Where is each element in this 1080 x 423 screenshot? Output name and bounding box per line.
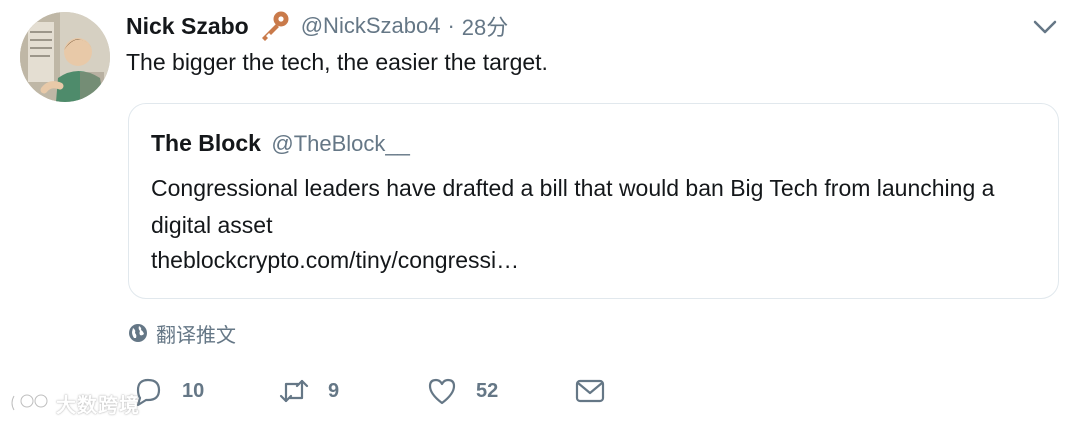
watermark-logo xyxy=(10,393,49,412)
quoted-author-name: The Block xyxy=(151,130,261,156)
author-name[interactable]: Nick Szabo xyxy=(126,13,249,40)
heart-icon xyxy=(428,378,456,405)
quoted-tweet-link[interactable]: theblockcrypto.com/tiny/congressi… xyxy=(151,242,519,279)
reply-count: 10 xyxy=(182,379,205,402)
key-icon xyxy=(257,10,291,42)
quoted-tweet-card[interactable]: The Block @TheBlock__ Congressional lead… xyxy=(128,103,1059,299)
retweet-button[interactable]: 9 xyxy=(278,370,339,412)
tweet-actions: 10 9 52 xyxy=(0,370,1080,412)
quoted-tweet-header: The Block @TheBlock__ xyxy=(151,130,410,157)
quoted-author-handle: @TheBlock__ xyxy=(271,131,410,156)
author-handle[interactable]: @NickSzabo4 xyxy=(301,13,441,39)
chevron-down-icon[interactable] xyxy=(1032,16,1058,38)
avatar-image xyxy=(20,12,110,102)
direct-message-button[interactable] xyxy=(574,370,606,412)
envelope-icon xyxy=(575,379,605,403)
tweet-text: The bigger the tech, the easier the targ… xyxy=(126,49,548,75)
reply-button[interactable]: 10 xyxy=(132,370,204,412)
watermark-text: 大数跨境 xyxy=(56,394,140,417)
separator-dot: · xyxy=(447,13,455,38)
globe-icon xyxy=(129,324,147,342)
timestamp[interactable]: 28分 xyxy=(462,10,508,42)
like-count: 52 xyxy=(476,379,499,402)
translate-label: 翻译推文 xyxy=(156,324,236,347)
quoted-tweet-text: Congressional leaders have drafted a bil… xyxy=(151,175,995,238)
like-button[interactable]: 52 xyxy=(426,370,498,412)
watermark: 大数跨境 xyxy=(8,388,140,418)
tweet-header: Nick Szabo @NickSzabo4 · 28分 xyxy=(126,8,508,44)
translate-tweet-button[interactable]: 翻译推文 xyxy=(128,318,236,348)
avatar[interactable] xyxy=(20,12,110,102)
retweet-icon xyxy=(279,379,309,403)
retweet-count: 9 xyxy=(328,379,340,402)
